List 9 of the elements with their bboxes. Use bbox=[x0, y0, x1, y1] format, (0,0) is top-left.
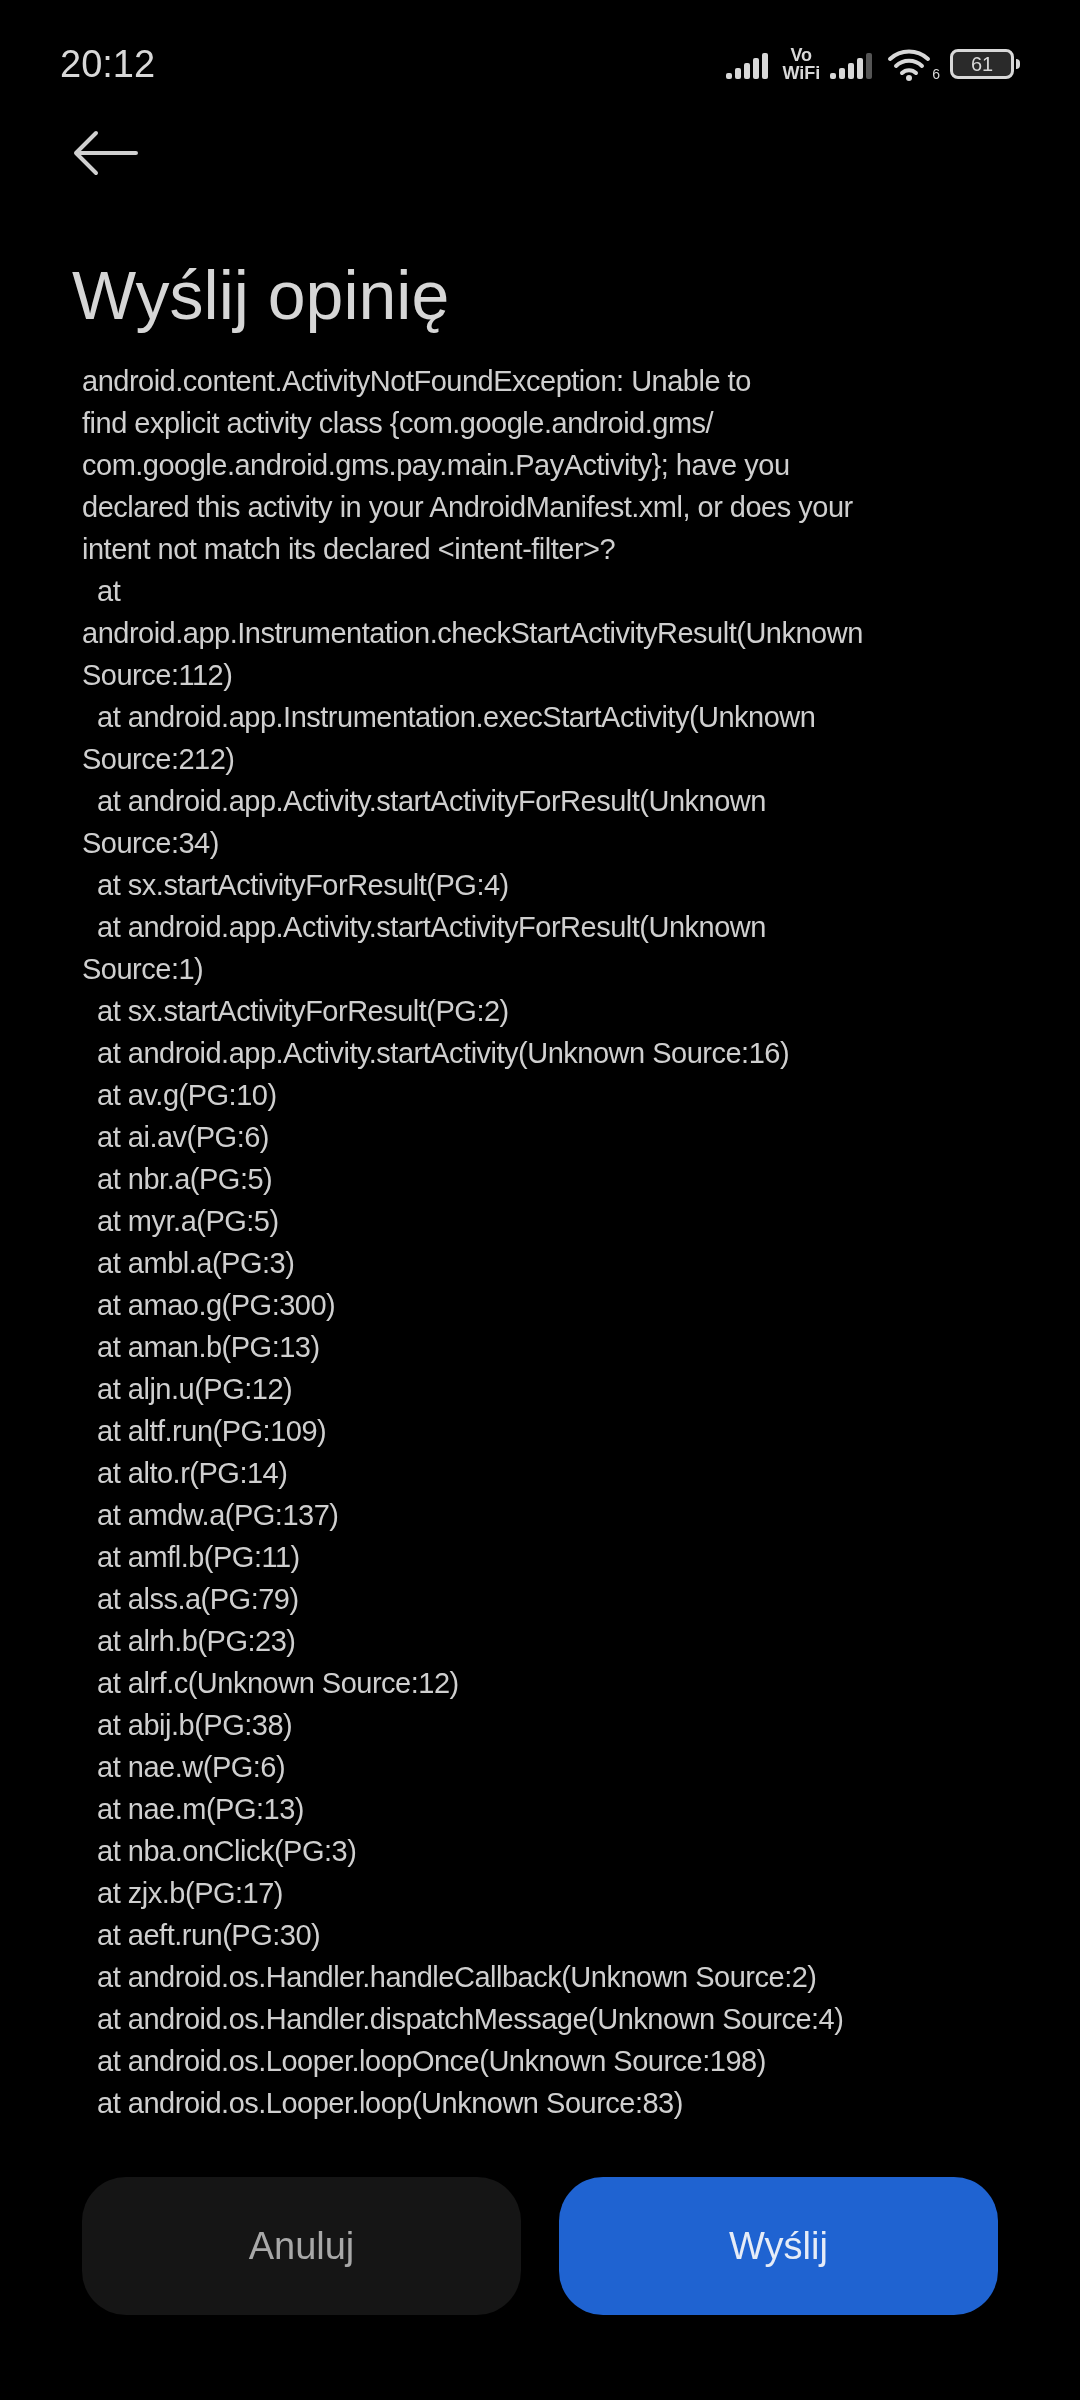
send-button[interactable]: Wyślij bbox=[559, 2177, 998, 2315]
cancel-button[interactable]: Anuluj bbox=[82, 2177, 521, 2315]
back-arrow-icon[interactable] bbox=[72, 130, 138, 176]
page-title: Wyślij opinię bbox=[71, 256, 451, 335]
clock: 20:12 bbox=[60, 41, 156, 87]
vowifi-label: Vo WiFi bbox=[782, 46, 821, 82]
wifi-indicator: 6 bbox=[886, 47, 940, 81]
battery-icon: 61 bbox=[950, 49, 1014, 79]
error-message: android.content.ActivityNotFoundException: Unable to find explicit activity class {com.google.android.gms/ com.google.android.gms.pay.main.PayActivity}; have you declared this activity in your AndroidManifest.xml, or does your intent not match its declared <intent-filter>? at android.app.Instrumentation.checkStartActivityResult(Unknown Source:112) at android.app.Instrumentation.execStartActivity(Unknown Source:212) at android.app.Activity.startActivityForResult(Unknown Source:34) at sx.startActivityForResult(PG:4) at android.app.Activity.startActivityForResult(Unknown Source:1) at sx.startActivityForResult(PG:2) at android.app.Activity.startActivity(Unknown Source:16) at av.g(PG:10) at ai.av(PG:6) at nbr.a(PG:5) at myr.a(PG:5) at ambl.a(PG:3) at amao.g(PG:300) at aman.b(PG:13) at aljn.u(PG:12) at altf.run(PG:109) at alto.r(PG:14) at amdw.a(PG:137) at amfl.b(PG:11) at alss.a(PG:79) at alrh.b(PG:23) at alrf.c(Unknown Source:12) at abij.b(PG:38) at nae.w(PG:6) at nae.m(PG:13) at nba.onClick(PG:3) at zjx.b(PG:17) at aeft.run(PG:30) at android.os.Handler.handleCallback(Unknown Source:2) at android.os.Handler.dispatchMessage(Unknown Source:4) at android.os.Looper.loopOnce(Unknown Source:198) at android.os.Looper.loop(Unknown Source:83) bbox=[82, 364, 864, 2121]
